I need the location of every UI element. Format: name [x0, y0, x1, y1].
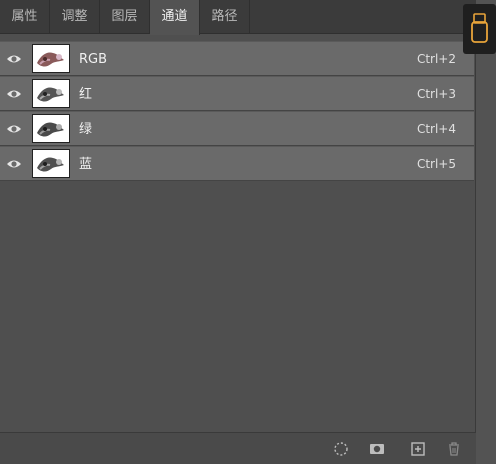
channel-thumbnail-blue — [32, 149, 70, 178]
tab-channels[interactable]: 通道 — [150, 0, 200, 35]
channel-row-blue[interactable]: 蓝 Ctrl+5 — [0, 146, 474, 181]
panel-tab-bar: 属性 调整 图层 通道 路径 — [0, 0, 476, 35]
tab-paths[interactable]: 路径 — [200, 0, 250, 34]
delete-channel-icon[interactable] — [446, 441, 462, 457]
channel-name: 红 — [79, 87, 93, 102]
channel-thumbnail-red — [32, 79, 70, 108]
channel-shortcut: Ctrl+3 — [416, 87, 456, 101]
side-tool-button[interactable] — [463, 4, 496, 54]
channel-name: RGB — [79, 52, 108, 67]
channel-name: 绿 — [79, 122, 93, 137]
visibility-eye-icon[interactable] — [6, 123, 22, 135]
channel-row-rgb[interactable]: RGB Ctrl+2 — [0, 41, 474, 76]
save-selection-mask-icon[interactable] — [369, 441, 385, 457]
visibility-eye-icon[interactable] — [6, 53, 22, 65]
channel-shortcut: Ctrl+2 — [416, 52, 456, 66]
channel-thumbnail-rgb — [32, 44, 70, 73]
channel-list: RGB Ctrl+2 红 Ctrl+3 绿 Ctrl+4 蓝 Ctrl+5 — [0, 41, 474, 181]
load-selection-icon[interactable] — [333, 441, 349, 457]
tab-properties[interactable]: 属性 — [0, 0, 50, 34]
channels-panel: 属性 调整 图层 通道 路径 RGB Ctrl+2 红 Ctrl+3 绿 Ctr… — [0, 0, 476, 464]
channel-shortcut: Ctrl+5 — [416, 157, 456, 171]
visibility-eye-icon[interactable] — [6, 88, 22, 100]
channel-row-green[interactable]: 绿 Ctrl+4 — [0, 111, 474, 146]
visibility-eye-icon[interactable] — [6, 158, 22, 170]
usb-drive-icon — [471, 13, 488, 43]
channel-shortcut: Ctrl+4 — [416, 122, 456, 136]
channel-name: 蓝 — [79, 157, 93, 172]
tab-adjustments[interactable]: 调整 — [50, 0, 100, 34]
channel-thumbnail-green — [32, 114, 70, 143]
channel-row-red[interactable]: 红 Ctrl+3 — [0, 76, 474, 111]
new-channel-icon[interactable] — [410, 441, 426, 457]
tab-layers[interactable]: 图层 — [100, 0, 150, 34]
panel-footer — [0, 432, 476, 464]
